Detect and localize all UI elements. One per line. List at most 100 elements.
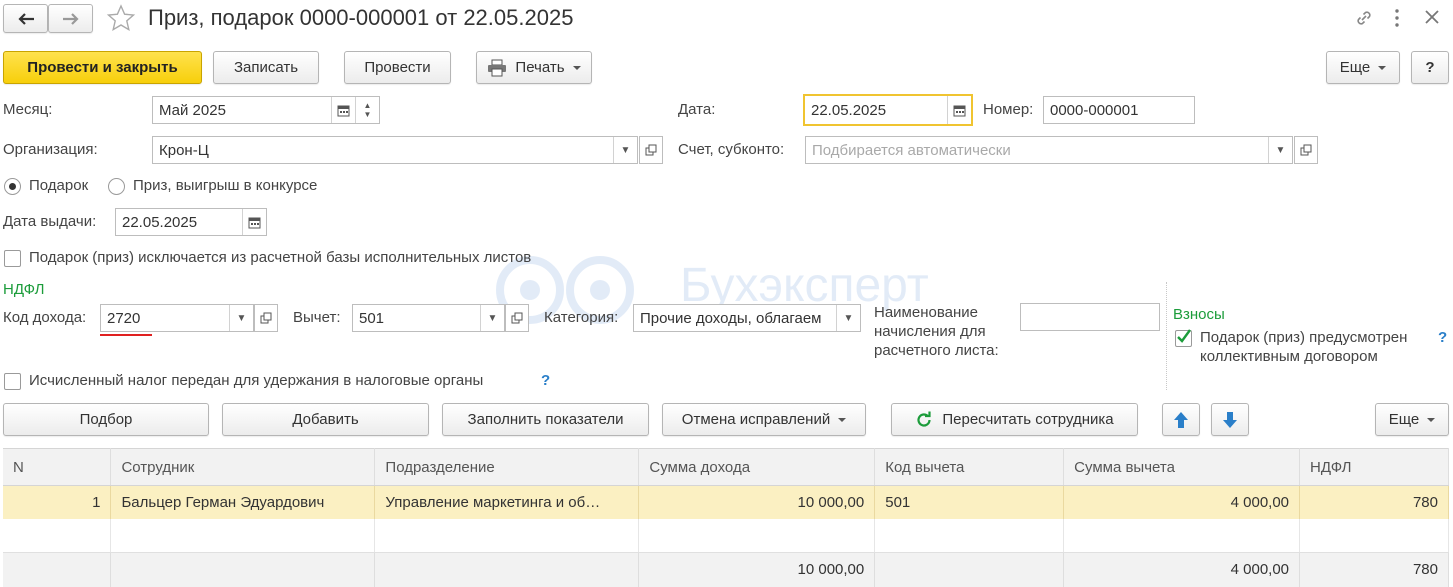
chevron-down-icon [1427, 417, 1436, 422]
total-n [3, 552, 112, 587]
issue-date-value: 22.05.2025 [122, 213, 198, 231]
col-header-employee[interactable]: Сотрудник [110, 448, 376, 486]
tax-transferred-label: Исчисленный налог передан для удержания … [29, 372, 484, 389]
open-icon[interactable] [1294, 136, 1318, 164]
radio-prize-label: Приз, выигрыш в конкурсе [133, 177, 318, 194]
income-code-label: Код дохода: [3, 309, 87, 326]
calendar-icon[interactable] [242, 209, 266, 235]
collective-checkbox[interactable] [1175, 329, 1192, 347]
excluded-label: Подарок (приз) исключается из расчетной … [29, 249, 532, 266]
month-value: Май 2025 [159, 101, 226, 119]
dropdown-icon[interactable]: ▼ [1268, 137, 1292, 163]
cell-deduction-amount[interactable]: 4 000,00 [1063, 485, 1301, 519]
pick-button[interactable]: Подбор [3, 403, 209, 436]
post-and-close-button[interactable]: Провести и закрыть [3, 51, 202, 84]
issue-date-field[interactable]: 22.05.2025 [115, 208, 267, 236]
month-label: Месяц: [3, 101, 53, 118]
contributions-section-title: Взносы [1173, 306, 1225, 323]
date-label: Дата: [678, 101, 716, 118]
radio-gift-label: Подарок [29, 177, 89, 194]
deduction-value: 501 [359, 309, 385, 327]
month-field[interactable]: Май 2025 ▲ ▼ [152, 96, 380, 124]
chevron-down-icon [1378, 65, 1387, 70]
cell-deduction-code[interactable]: 501 [874, 485, 1065, 519]
dropdown-icon[interactable]: ▼ [613, 137, 637, 163]
col-header-department[interactable]: Подразделение [374, 448, 640, 486]
back-button[interactable] [3, 4, 48, 33]
table-more-button[interactable]: Еще [1375, 403, 1449, 436]
calendar-icon[interactable] [331, 97, 355, 123]
help-button[interactable]: ? [1411, 51, 1449, 84]
cancel-fix-button[interactable]: Отмена исправлений [662, 403, 866, 436]
cell-n[interactable]: 1 [3, 485, 112, 519]
checkmark-icon [1177, 329, 1191, 343]
collective-label-2: коллективным договором [1200, 348, 1378, 365]
radio-gift[interactable] [4, 178, 21, 195]
col-header-ndfl[interactable]: НДФЛ [1299, 448, 1449, 486]
recalc-employee-button[interactable]: Пересчитать сотрудника [891, 403, 1138, 436]
close-icon[interactable] [1424, 9, 1440, 25]
more-button[interactable]: Еще [1326, 51, 1400, 84]
post-button[interactable]: Провести [344, 51, 451, 84]
spinner-icon[interactable]: ▲ ▼ [355, 97, 379, 123]
number-label: Номер: [983, 101, 1034, 118]
org-field[interactable]: Крон-Ц ▼ [152, 136, 638, 164]
col-header-income-amount[interactable]: Сумма дохода [638, 448, 876, 486]
open-icon[interactable] [505, 304, 529, 332]
account-field[interactable]: Подбирается автоматически ▼ [805, 136, 1293, 164]
dropdown-icon[interactable]: ▼ [836, 305, 860, 331]
more-vertical-icon[interactable] [1393, 8, 1401, 28]
arrow-up-icon [1174, 411, 1188, 428]
page-title: Приз, подарок 0000-000001 от 22.05.2025 [148, 5, 574, 30]
collective-help-icon[interactable]: ? [1438, 329, 1447, 346]
cell-ndfl[interactable]: 780 [1299, 485, 1449, 519]
deduction-field[interactable]: 501 ▼ [352, 304, 505, 332]
highlight-underline [100, 334, 152, 336]
vertical-divider [1166, 282, 1167, 390]
dropdown-icon[interactable]: ▼ [229, 305, 253, 331]
excluded-checkbox[interactable] [4, 250, 21, 267]
save-button[interactable]: Записать [213, 51, 319, 84]
calendar-icon[interactable] [947, 96, 971, 124]
move-down-button[interactable] [1211, 403, 1249, 436]
cell-income-amount[interactable]: 10 000,00 [638, 485, 876, 519]
cell-employee[interactable]: Бальцер Герман Эдуардович [110, 485, 376, 519]
recalc-employee-label: Пересчитать сотрудника [942, 411, 1114, 428]
star-icon[interactable] [106, 4, 136, 32]
dropdown-icon[interactable]: ▼ [480, 305, 504, 331]
forward-button[interactable] [48, 4, 93, 33]
print-button[interactable]: Печать [476, 51, 592, 84]
category-field[interactable]: Прочие доходы, облагаем ▼ [633, 304, 861, 332]
col-header-deduction-amount[interactable]: Сумма вычета [1063, 448, 1301, 486]
tax-transferred-help-icon[interactable]: ? [541, 372, 550, 389]
col-header-deduction-code[interactable]: Код вычета [874, 448, 1065, 486]
tax-transferred-checkbox[interactable] [4, 373, 21, 390]
arrow-right-icon [62, 12, 79, 25]
total-employee [110, 552, 376, 587]
cell-department[interactable]: Управление маркетинга и об… [374, 485, 640, 519]
number-field[interactable]: 0000-000001 [1043, 96, 1195, 124]
category-label: Категория: [544, 309, 619, 326]
chevron-down-icon [838, 417, 847, 422]
cancel-fix-label: Отмена исправлений [681, 411, 831, 428]
payslip-name-label-2: начисления для [874, 323, 986, 340]
link-icon[interactable] [1354, 8, 1374, 28]
total-income-amount: 10 000,00 [638, 552, 876, 587]
payslip-name-field[interactable] [1020, 303, 1160, 331]
total-deduction-amount: 4 000,00 [1063, 552, 1301, 587]
move-up-button[interactable] [1162, 403, 1200, 436]
deduction-label: Вычет: [293, 309, 341, 326]
payslip-name-label-3: расчетного листа: [874, 342, 999, 359]
radio-prize[interactable] [108, 178, 125, 195]
table-row[interactable]: 1 Бальцер Герман Эдуардович Управление м… [3, 485, 1449, 519]
fill-indicators-button[interactable]: Заполнить показатели [442, 403, 649, 436]
arrow-left-icon [17, 12, 34, 25]
add-button[interactable]: Добавить [222, 403, 429, 436]
open-icon[interactable] [639, 136, 663, 164]
org-value: Крон-Ц [159, 141, 209, 159]
employees-table: N Сотрудник Подразделение Сумма дохода К… [3, 448, 1449, 587]
date-field[interactable]: 22.05.2025 [803, 94, 973, 126]
open-icon[interactable] [254, 304, 278, 332]
income-code-field[interactable]: 2720 ▼ [100, 304, 254, 332]
col-header-n[interactable]: N [3, 448, 112, 486]
